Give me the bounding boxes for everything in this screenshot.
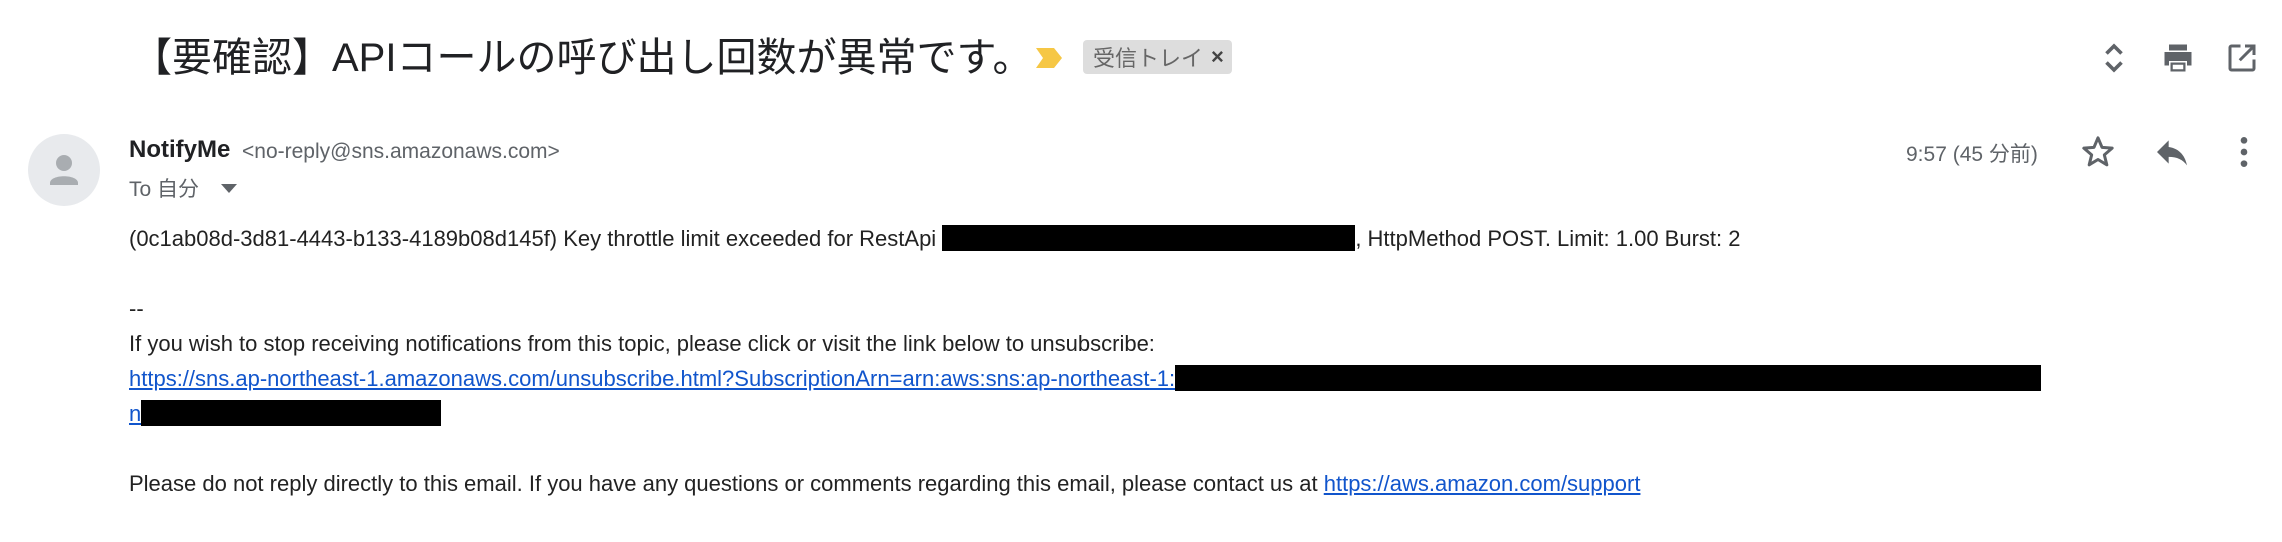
email-timestamp: 9:57 (45 分前) (1906, 143, 2038, 166)
sender-name[interactable]: NotifyMe (129, 136, 230, 164)
unsubscribe-link[interactable]: https://sns.ap-northeast-1.amazonaws.com… (129, 366, 1175, 391)
remove-label-icon[interactable]: × (1211, 44, 1224, 70)
unsubscribe-link-continued[interactable]: n (129, 401, 141, 426)
redacted-subscription-arn-continued (141, 400, 442, 426)
sender-avatar[interactable] (28, 134, 100, 206)
star-icon[interactable] (2078, 132, 2118, 172)
default-avatar-icon (50, 155, 78, 185)
footer-text: Please do not reply directly to this ema… (129, 471, 1324, 496)
sender-email: <no-reply@sns.amazonaws.com> (242, 140, 560, 163)
recipient-text: To 自分 (129, 178, 200, 201)
body-footer: Please do not reply directly to this ema… (129, 469, 1640, 499)
inbox-label-text: 受信トレイ (1093, 46, 1204, 71)
unsubscribe-link-line: https://sns.ap-northeast-1.amazonaws.com… (129, 364, 2042, 394)
inbox-label-chip[interactable]: 受信トレイ × (1083, 40, 1232, 74)
email-subject: 【要確認】APIコールの呼び出し回数が異常です。 (132, 36, 1033, 80)
recipient-line: To 自分 (129, 173, 238, 203)
open-in-new-window-icon[interactable] (2224, 40, 2260, 76)
unsubscribe-instructions: If you wish to stop receiving notificati… (129, 331, 1155, 356)
unsubscribe-link-line-2: n (129, 399, 442, 429)
throttle-message-prefix: (0c1ab08d-3d81-4443-b133-4189b08d145f) K… (129, 226, 943, 251)
body-line-throttle: (0c1ab08d-3d81-4443-b133-4189b08d145f) K… (129, 224, 1740, 254)
reply-icon[interactable] (2152, 132, 2192, 172)
body-separator: -- (129, 296, 144, 321)
more-options-icon[interactable] (2224, 132, 2264, 172)
print-icon[interactable] (2160, 40, 2196, 76)
importance-marker-icon[interactable] (1034, 46, 1064, 70)
throttle-message-suffix: , HttpMethod POST. Limit: 1.00 Burst: 2 (1355, 226, 1741, 251)
redacted-subscription-arn (1175, 365, 2042, 391)
expand-collapse-icon[interactable] (2096, 40, 2132, 76)
subject-row: 【要確認】APIコールの呼び出し回数が異常です。 受信トレイ × (0, 0, 2282, 118)
redacted-api-id (942, 225, 1356, 251)
support-link[interactable]: https://aws.amazon.com/support (1324, 471, 1641, 496)
show-details-chevron-icon[interactable] (221, 183, 238, 193)
